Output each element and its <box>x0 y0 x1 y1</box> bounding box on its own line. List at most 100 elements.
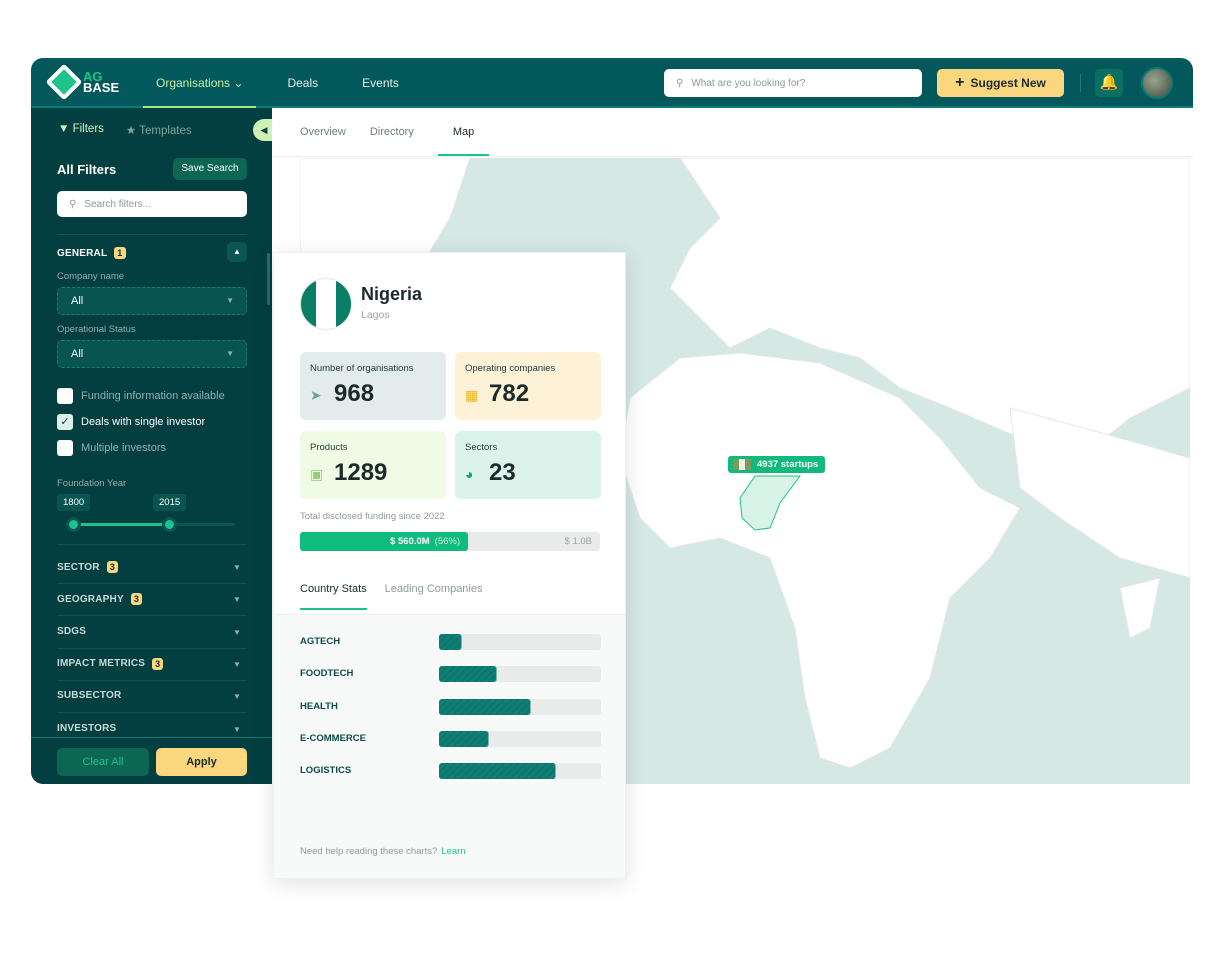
section-label: SUBSECTOR <box>57 690 122 702</box>
count-badge: 3 <box>106 561 118 573</box>
sector-row: HEALTH <box>300 698 601 715</box>
sector-row: AGTECH <box>300 634 601 650</box>
section-sector[interactable]: SECTOR 3 <box>57 561 118 573</box>
sector-bar-fill <box>439 730 490 747</box>
year-max-label: 2015 <box>153 494 187 511</box>
tab-directory[interactable]: Directory <box>370 108 414 156</box>
divider <box>57 583 247 584</box>
caret-down-icon[interactable]: ▼ <box>233 692 241 701</box>
tab-country-stats[interactable]: Country Stats <box>300 583 367 610</box>
sidebar-footer: Clear All Apply <box>31 737 272 784</box>
caret-down-icon[interactable]: ▼ <box>233 595 241 604</box>
nav-events[interactable]: Events <box>349 58 412 108</box>
save-search-button[interactable]: Save Search <box>173 158 247 180</box>
caret-down-icon: ▼ <box>226 296 234 305</box>
nav-deals[interactable]: Deals <box>274 58 331 108</box>
country-panel: Nigeria Lagos Number of organisations ➤ 96… <box>273 252 626 879</box>
stat-card: Products ▣ 1289 <box>300 431 446 499</box>
divider <box>57 615 247 617</box>
sector-row: LOGISTICS <box>300 763 601 780</box>
stat-label: Number of organisations <box>310 363 414 374</box>
filter-search-input[interactable]: ⚲ Search filters... <box>57 191 247 217</box>
count-badge: 3 <box>152 657 164 670</box>
checkbox-box[interactable] <box>57 388 73 404</box>
section-impact-metrics[interactable]: IMPACT METRICS 3 <box>57 657 164 670</box>
filter-icon: ▼ <box>58 123 70 135</box>
stat-label: Operating companies <box>465 363 556 374</box>
select-value: All <box>71 348 84 360</box>
caret-down-icon[interactable]: ▼ <box>233 660 241 669</box>
tab-overview[interactable]: Overview <box>300 108 346 156</box>
checkbox-funding-info[interactable]: Funding information available <box>57 388 225 404</box>
divider <box>57 647 247 649</box>
star-icon: ★ <box>125 125 137 137</box>
operational-status-select[interactable]: All ▼ <box>57 340 247 368</box>
section-label: IMPACT METRICS <box>57 658 146 670</box>
box-icon: ▣ <box>310 466 324 482</box>
logo[interactable]: AG BASE <box>45 63 120 101</box>
foundation-year-label: Foundation Year <box>57 478 127 489</box>
tab-map[interactable]: Map <box>437 108 490 156</box>
divider <box>57 544 247 545</box>
section-geography[interactable]: GEOGRAPHY 3 <box>57 593 143 606</box>
learn-link[interactable]: Learn <box>441 846 465 857</box>
caret-down-icon[interactable]: ▼ <box>233 628 241 637</box>
apply-button[interactable]: Apply <box>156 748 247 776</box>
checkbox-label: Multiple investors <box>81 442 166 454</box>
checkbox-single-investor[interactable]: ✓ Deals with single investor <box>57 414 205 430</box>
tab-templates[interactable]: ★ Templates <box>126 123 192 137</box>
stat-value: 1289 <box>334 459 388 486</box>
year-min-handle[interactable] <box>66 517 81 532</box>
funding-percent: (56%) <box>434 536 460 547</box>
sector-name: E-COMMERCE <box>300 732 366 744</box>
sector-name: LOGISTICS <box>300 765 352 777</box>
stat-card: Operating companies ▦ 782 <box>455 352 601 420</box>
filters-sidebar: ▼ Filters ★ Templates ◀ All Filters Save… <box>31 108 275 784</box>
caret-down-icon[interactable]: ▼ <box>233 563 241 572</box>
section-label: SDGS <box>57 625 87 637</box>
funding-progress-bar: $ 560.0M (56%) $ 1.0B <box>300 532 600 551</box>
building-icon: ▦ <box>465 387 479 403</box>
checkbox-box[interactable] <box>57 440 73 456</box>
checkbox-multiple-investors[interactable]: Multiple investors <box>57 440 166 456</box>
company-name-label: Company name <box>57 271 125 282</box>
avatar[interactable] <box>1141 67 1173 99</box>
funding-max: $ 1.0B <box>564 536 592 547</box>
section-label: SECTOR <box>57 561 100 573</box>
logo-mark-icon <box>45 63 83 101</box>
checkbox-label: Funding information available <box>81 390 225 402</box>
tab-filters[interactable]: ▼ Filters <box>58 123 104 137</box>
tab-leading-companies[interactable]: Leading Companies <box>385 583 483 610</box>
scrollbar[interactable] <box>267 253 270 305</box>
section-label: INVESTORS <box>57 722 117 734</box>
section-sdgs[interactable]: SDGS <box>57 626 86 637</box>
bell-icon[interactable]: 🔔 <box>1095 69 1123 97</box>
suggest-new-button[interactable]: + Suggest New <box>937 69 1064 97</box>
search-icon: ⚲ <box>676 77 684 89</box>
caret-down-icon[interactable]: ▼ <box>233 725 241 734</box>
nav-organisations[interactable]: Organisations ⌄ <box>143 58 257 108</box>
nigeria-flag-icon <box>733 459 751 470</box>
main-nav: Organisations ⌄ Deals Events <box>143 58 430 108</box>
operational-status-label: Operational Status <box>57 324 136 335</box>
year-max-handle[interactable] <box>162 517 177 532</box>
chevron-up-icon[interactable]: ▲ <box>227 242 247 262</box>
help-text: Need help reading these charts? Learn <box>300 846 466 857</box>
section-subsector[interactable]: SUBSECTOR <box>57 690 121 701</box>
checkmark-icon[interactable]: ✓ <box>57 414 73 430</box>
funding-value: $ 560.0M <box>390 536 430 547</box>
suggest-label: Suggest New <box>970 76 1046 90</box>
help-label: Need help reading these charts? <box>300 846 438 857</box>
tooltip-text: 4937 startups <box>757 459 819 470</box>
logo-text-bottom: BASE <box>83 80 120 95</box>
section-investors[interactable]: INVESTORS <box>57 723 116 734</box>
nav-label: Organisations <box>156 76 231 90</box>
global-search-input[interactable]: ⚲ What are you looking for? <box>664 69 922 97</box>
clear-all-button[interactable]: Clear All <box>57 748 149 776</box>
section-general[interactable]: GENERAL 1 <box>57 247 126 259</box>
company-name-select[interactable]: All ▼ <box>57 287 247 315</box>
country-city: Lagos <box>361 309 390 321</box>
rocket-icon: ➤ <box>310 387 322 403</box>
divider <box>57 712 247 714</box>
main-tabs: Overview Directory Map <box>272 108 1193 157</box>
